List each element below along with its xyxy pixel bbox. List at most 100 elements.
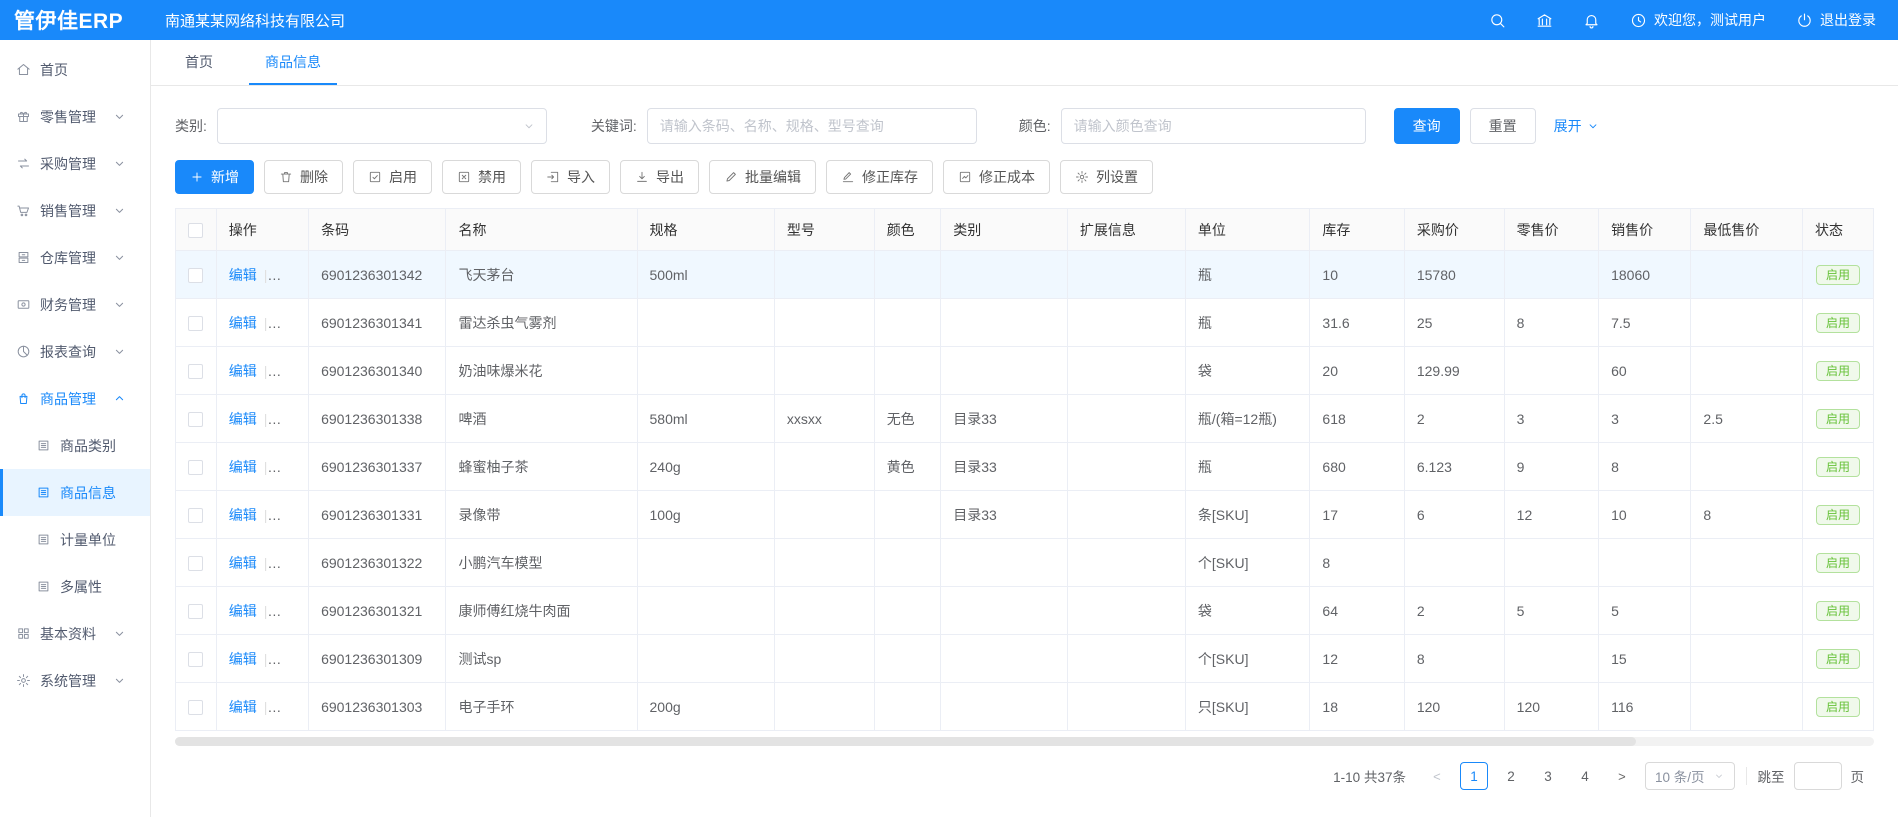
keyword-label: 关键词: — [591, 116, 637, 136]
toolbar-button-3[interactable]: 禁用 — [442, 160, 521, 194]
sidebar-item-11[interactable]: 多属性 — [0, 563, 150, 610]
sidebar-item-4[interactable]: 仓库管理 — [0, 234, 150, 281]
cell-unit: 瓶 — [1185, 251, 1310, 299]
column-header: 名称 — [446, 209, 637, 251]
cell-unit: 瓶 — [1185, 299, 1310, 347]
cell-unit: 瓶/(箱=12瓶) — [1185, 395, 1310, 443]
edit-link[interactable]: 编辑 — [229, 459, 257, 475]
sidebar-item-7[interactable]: 商品管理 — [0, 375, 150, 422]
category-select[interactable] — [217, 108, 547, 144]
status-badge: 启用 — [1816, 409, 1860, 429]
page-number-4[interactable]: 4 — [1571, 762, 1599, 790]
toolbar-button-9[interactable]: 列设置 — [1060, 160, 1153, 194]
cell-spec — [637, 587, 774, 635]
column-header: 零售价 — [1504, 209, 1598, 251]
row-checkbox[interactable] — [188, 316, 203, 331]
power-icon — [1796, 12, 1813, 29]
scrollbar-thumb[interactable] — [175, 737, 1636, 746]
toolbar-button-8[interactable]: 修正成本 — [943, 160, 1050, 194]
table-container: 操作条码名称规格型号颜色类别扩展信息单位库存采购价零售价销售价最低售价状态编辑|… — [151, 208, 1898, 731]
cell-retail — [1504, 539, 1598, 587]
jump-page-input[interactable] — [1794, 762, 1842, 790]
sidebar-item-label: 销售管理 — [40, 201, 112, 221]
sidebar-item-0[interactable]: 首页 — [0, 46, 150, 93]
select-all-checkbox[interactable] — [188, 223, 203, 238]
logout-button[interactable]: 退出登录 — [1796, 10, 1876, 30]
bank-icon[interactable] — [1536, 12, 1553, 29]
cell-purchase: 6 — [1404, 491, 1504, 539]
edit-link[interactable]: 编辑 — [229, 507, 257, 523]
cell-ext — [1067, 347, 1185, 395]
sidebar-item-2[interactable]: 采购管理 — [0, 140, 150, 187]
cell-unit: 袋 — [1185, 347, 1310, 395]
toolbar-button-1[interactable]: 删除 — [264, 160, 343, 194]
expand-link[interactable]: 展开 — [1554, 116, 1600, 136]
bell-icon[interactable] — [1583, 12, 1600, 29]
sidebar-item-10[interactable]: 计量单位 — [0, 516, 150, 563]
cell-name: 奶油味爆米花 — [446, 347, 637, 395]
sidebar-item-1[interactable]: 零售管理 — [0, 93, 150, 140]
reset-button[interactable]: 重置 — [1470, 108, 1536, 144]
cell-ext — [1067, 443, 1185, 491]
cell-color — [874, 539, 941, 587]
chevron-down-icon — [112, 673, 127, 688]
cell-color — [874, 491, 941, 539]
prev-page-button[interactable]: < — [1423, 762, 1451, 790]
edit-link[interactable]: 编辑 — [229, 363, 257, 379]
row-checkbox[interactable] — [188, 460, 203, 475]
edit-link[interactable]: 编辑 — [229, 267, 257, 283]
row-checkbox[interactable] — [188, 364, 203, 379]
sidebar-item-13[interactable]: 系统管理 — [0, 657, 150, 704]
edit-link[interactable]: 编辑 — [229, 555, 257, 571]
toolbar-button-0[interactable]: 新增 — [175, 160, 254, 194]
cell-retail: 120 — [1504, 683, 1598, 731]
warehouse-icon — [16, 250, 31, 265]
sidebar-item-label: 多属性 — [60, 577, 150, 597]
sidebar-item-3[interactable]: 销售管理 — [0, 187, 150, 234]
edit-link[interactable]: 编辑 — [229, 651, 257, 667]
row-checkbox[interactable] — [188, 700, 203, 715]
toolbar-button-6[interactable]: 批量编辑 — [709, 160, 816, 194]
tab-0[interactable]: 首页 — [181, 40, 217, 85]
cell-unit: 袋 — [1185, 587, 1310, 635]
cell-barcode: 6901236301321 — [309, 587, 446, 635]
horizontal-scrollbar[interactable] — [175, 737, 1874, 746]
sidebar-item-8[interactable]: 商品类别 — [0, 422, 150, 469]
page-number-2[interactable]: 2 — [1497, 762, 1525, 790]
row-checkbox[interactable] — [188, 652, 203, 667]
cell-color — [874, 587, 941, 635]
edit-link[interactable]: 编辑 — [229, 699, 257, 715]
cell-ext — [1067, 395, 1185, 443]
toolbar-button-4[interactable]: 导入 — [531, 160, 610, 194]
cell-stock: 12 — [1310, 635, 1404, 683]
product-icon — [16, 391, 31, 406]
row-checkbox[interactable] — [188, 604, 203, 619]
edit-link[interactable]: 编辑 — [229, 603, 257, 619]
next-page-button[interactable]: > — [1608, 762, 1636, 790]
sidebar-item-9[interactable]: 商品信息 — [0, 469, 150, 516]
row-checkbox[interactable] — [188, 508, 203, 523]
row-checkbox[interactable] — [188, 412, 203, 427]
tab-1[interactable]: 商品信息 — [261, 40, 325, 85]
row-checkbox[interactable] — [188, 268, 203, 283]
toolbar-button-2[interactable]: 启用 — [353, 160, 432, 194]
keyword-input[interactable] — [647, 108, 977, 144]
sidebar-item-6[interactable]: 报表查询 — [0, 328, 150, 375]
page-number-1[interactable]: 1 — [1460, 762, 1488, 790]
page-size-select[interactable]: 10 条/页 — [1645, 762, 1735, 790]
sidebar-item-12[interactable]: 基本资料 — [0, 610, 150, 657]
color-input[interactable] — [1061, 108, 1366, 144]
welcome-user[interactable]: 欢迎您，测试用户 — [1630, 10, 1766, 30]
edit-link[interactable]: 编辑 — [229, 411, 257, 427]
toolbar-button-5[interactable]: 导出 — [620, 160, 699, 194]
cell-purchase: 129.99 — [1404, 347, 1504, 395]
row-checkbox[interactable] — [188, 556, 203, 571]
edit-link[interactable]: 编辑 — [229, 315, 257, 331]
search-button[interactable]: 查询 — [1394, 108, 1460, 144]
sidebar-item-5[interactable]: 财务管理 — [0, 281, 150, 328]
page-number-3[interactable]: 3 — [1534, 762, 1562, 790]
table-row: 编辑|删除6901236301322小鹏汽车模型个[SKU]8启用 — [176, 539, 1874, 587]
cell-model — [774, 251, 874, 299]
search-icon[interactable] — [1489, 12, 1506, 29]
toolbar-button-7[interactable]: 修正库存 — [826, 160, 933, 194]
